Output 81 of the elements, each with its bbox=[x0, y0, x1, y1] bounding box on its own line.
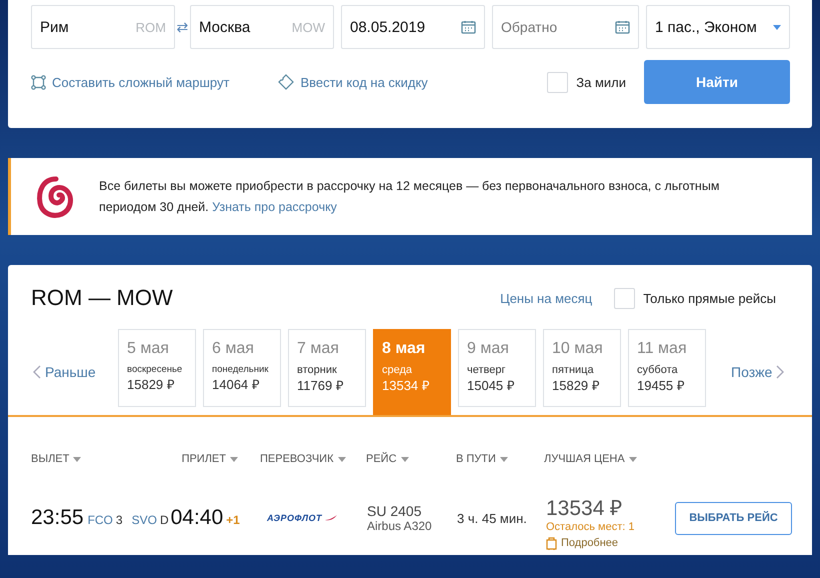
dropdown-caret-icon bbox=[773, 24, 781, 30]
direct-only-checkbox[interactable] bbox=[614, 288, 636, 308]
arrive-terminal: D bbox=[160, 513, 169, 527]
column-header[interactable]: ПРИЛЕТ bbox=[182, 453, 238, 465]
chevron-left-icon bbox=[33, 365, 41, 379]
date-label: 6 мая bbox=[212, 340, 255, 358]
seats-left: Осталось мест: 1 bbox=[546, 521, 634, 533]
column-header[interactable]: ВЫЛЕТ bbox=[31, 453, 82, 465]
details-link[interactable]: Подробнее bbox=[546, 537, 618, 550]
aircraft-type: Airbus A320 bbox=[367, 519, 433, 533]
direct-only-label: Только прямые рейсы bbox=[643, 290, 776, 306]
date-tab[interactable]: 6 мая понедельник 14064 ₽ bbox=[203, 329, 281, 407]
column-header[interactable]: ПЕРЕВОЗЧИК bbox=[260, 453, 346, 465]
weekday-label: воскресенье bbox=[127, 364, 184, 375]
ticket-icon bbox=[278, 74, 294, 90]
calendar-icon bbox=[461, 20, 476, 34]
day-price: 15045 ₽ bbox=[467, 377, 516, 394]
date-label: 11 мая bbox=[637, 340, 688, 358]
route-title: ROM — MOW bbox=[31, 285, 174, 311]
month-prices-link[interactable]: Цены на месяц bbox=[500, 290, 592, 306]
swap-icon[interactable]: ⇄ bbox=[179, 19, 186, 35]
caret-icon bbox=[500, 456, 508, 462]
complex-route-link[interactable]: Составить сложный маршрут bbox=[31, 74, 230, 90]
destination-field[interactable]: Москва MOW bbox=[190, 5, 334, 49]
date-tab[interactable]: 11 мая суббота 19455 ₽ bbox=[628, 329, 706, 407]
date-tab[interactable]: 10 мая пятница 15829 ₽ bbox=[543, 329, 621, 407]
depart-terminal: 3 bbox=[116, 513, 123, 527]
origin-field[interactable]: Рим ROM bbox=[31, 5, 175, 49]
arrive-time: 04:40 bbox=[170, 506, 224, 530]
date-label: 10 мая bbox=[552, 340, 604, 358]
chevron-right-icon bbox=[776, 365, 784, 379]
date-label: 8 мая bbox=[382, 340, 426, 358]
column-header[interactable]: РЕЙС bbox=[366, 453, 409, 465]
date-tab[interactable]: 5 мая воскресенье 15829 ₽ bbox=[118, 329, 196, 407]
earlier-link[interactable]: Раньше bbox=[33, 364, 111, 380]
day-price: 15829 ₽ bbox=[552, 377, 601, 394]
day-price: 19455 ₽ bbox=[637, 377, 686, 394]
arrive-airport: SVO bbox=[132, 513, 157, 527]
weekday-label: четверг bbox=[467, 364, 506, 376]
depart-time: 23:55 bbox=[31, 506, 84, 530]
caret-icon bbox=[230, 456, 238, 462]
passengers-select[interactable]: 1 пас., Эконом bbox=[646, 5, 790, 49]
weekday-label: пятница bbox=[552, 364, 595, 376]
day-shift: +1 bbox=[226, 513, 240, 527]
column-header[interactable]: В ПУТИ bbox=[456, 453, 508, 465]
date-tab[interactable]: 9 мая четверг 15045 ₽ bbox=[458, 329, 536, 407]
flight-duration: 3 ч. 45 мин. bbox=[457, 510, 528, 526]
weekday-label: суббота bbox=[637, 364, 679, 376]
luggage-icon bbox=[546, 537, 557, 550]
day-price: 11769 ₽ bbox=[297, 377, 345, 394]
weekday-label: вторник bbox=[297, 364, 338, 376]
flight-number: SU 2405 bbox=[367, 503, 422, 519]
column-header[interactable]: ЛУЧШАЯ ЦЕНА bbox=[544, 453, 637, 465]
depart-date-field[interactable]: 08.05.2019 bbox=[341, 5, 485, 49]
date-label: 7 мая bbox=[297, 340, 340, 358]
later-link[interactable]: Позже bbox=[731, 364, 809, 380]
weekday-label: понедельник bbox=[212, 364, 270, 375]
date-label: 5 мая bbox=[127, 340, 170, 358]
select-flight-button[interactable]: ВЫБРАТЬ РЕЙС bbox=[675, 502, 792, 534]
installment-link[interactable]: Узнать про рассрочку bbox=[212, 196, 337, 218]
caret-icon bbox=[628, 456, 637, 462]
caret-icon bbox=[338, 456, 346, 462]
miles-label: За мили bbox=[576, 74, 626, 90]
weekday-label: среда bbox=[382, 364, 414, 376]
day-price: 14064 ₽ bbox=[212, 376, 261, 393]
day-price: 13534 ₽ bbox=[382, 377, 431, 394]
depart-airport: FCO bbox=[88, 513, 113, 527]
calendar-icon bbox=[615, 20, 630, 34]
date-tab[interactable]: 7 мая вторник 11769 ₽ bbox=[288, 329, 366, 407]
caret-icon bbox=[73, 456, 82, 462]
return-date-field[interactable]: Обратно bbox=[492, 5, 639, 49]
route-icon bbox=[31, 74, 46, 90]
wing-icon bbox=[325, 515, 338, 521]
miles-checkbox[interactable] bbox=[547, 72, 568, 92]
promo-code-link[interactable]: Ввести код на скидку bbox=[278, 74, 428, 90]
day-price: 15829 ₽ bbox=[127, 376, 176, 393]
caret-icon bbox=[400, 456, 409, 462]
installment-text: Все билеты вы можете приобрести в рассрочку на 12 месяцев — без первоначального взноса, с льготным периодом 30 дней. Узнать про рассрочку bbox=[99, 176, 759, 218]
carrier-logo: АЭРОФЛОТ bbox=[267, 513, 322, 523]
flight-price: 13534 ₽ bbox=[546, 496, 624, 521]
date-label: 9 мая bbox=[467, 340, 510, 358]
